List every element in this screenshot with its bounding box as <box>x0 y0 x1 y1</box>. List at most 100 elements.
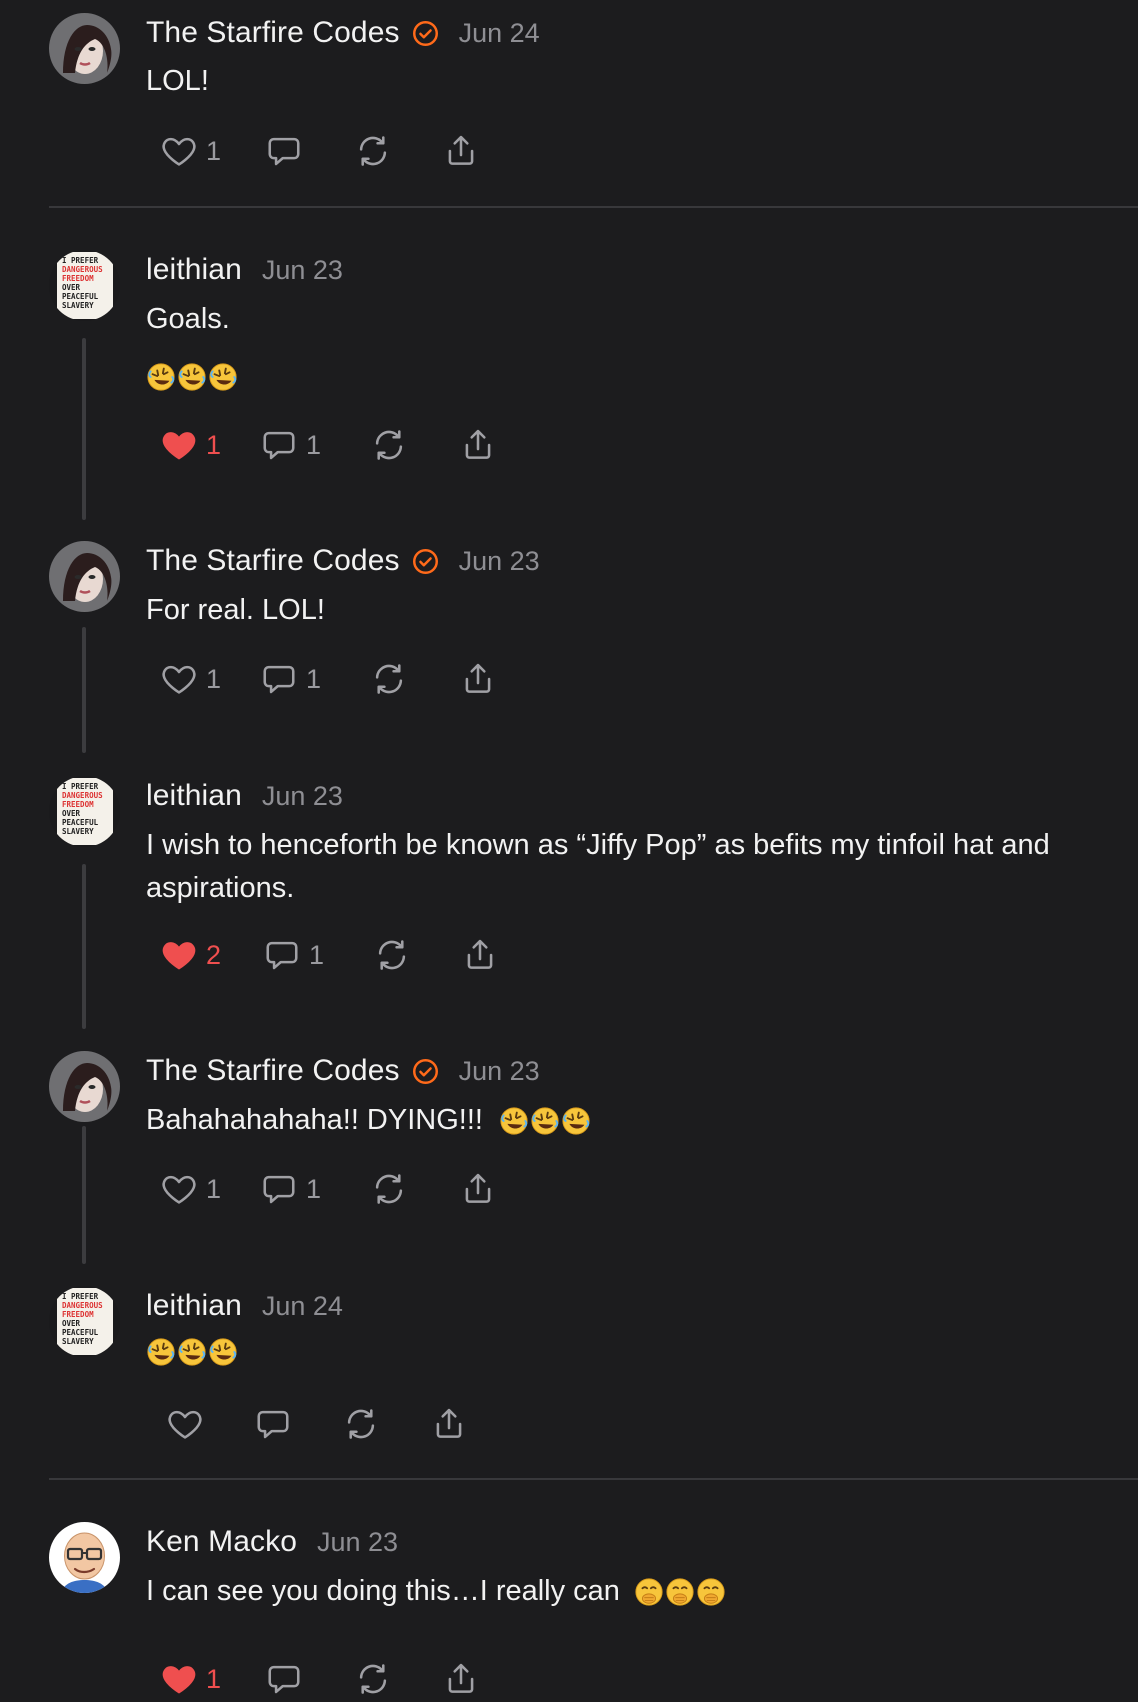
reply-count: 1 <box>306 1173 322 1204</box>
comment-button[interactable]: 1 <box>260 425 321 465</box>
heart-icon <box>166 1405 204 1443</box>
like-button[interactable]: 2 <box>160 935 221 975</box>
share-button[interactable] <box>442 1659 480 1699</box>
post-text: LOL! <box>146 65 209 97</box>
author-name[interactable]: The Starfire Codes <box>146 1054 400 1088</box>
thread-line <box>82 627 86 753</box>
restack-button[interactable] <box>373 935 411 975</box>
like-button[interactable]: 1 <box>160 131 221 171</box>
post-date[interactable]: Jun 23 <box>262 781 343 812</box>
like-count: 1 <box>206 429 222 460</box>
like-button[interactable]: 1 <box>160 1659 221 1699</box>
svg-text:OVER: OVER <box>62 809 81 818</box>
like-count: 2 <box>206 939 222 970</box>
comment-icon <box>260 1170 298 1208</box>
post-header: leithian Jun 23 <box>146 250 343 290</box>
like-count: 1 <box>206 663 222 694</box>
post-text-line: Bahahahahaha!! DYING!!! <box>146 1099 1126 1142</box>
author-avatar[interactable]: I PREFER DANGEROUS FREEDOM OVER PEACEFUL… <box>49 1286 120 1357</box>
like-count: 1 <box>206 1663 222 1694</box>
post-date[interactable]: Jun 23 <box>262 255 343 286</box>
svg-text:PEACEFUL: PEACEFUL <box>62 292 99 301</box>
share-button[interactable] <box>461 935 499 975</box>
author-avatar[interactable]: I PREFER DANGEROUS FREEDOM OVER PEACEFUL… <box>49 250 120 321</box>
post-date[interactable]: Jun 23 <box>459 546 540 577</box>
share-button[interactable] <box>430 1404 468 1444</box>
like-button[interactable] <box>166 1404 212 1444</box>
section-divider <box>49 206 1138 208</box>
svg-text:SLAVERY: SLAVERY <box>62 827 94 836</box>
like-button[interactable]: 1 <box>160 1169 221 1209</box>
like-button[interactable]: 1 <box>160 425 221 465</box>
post-text: I can see you doing this…I really can <box>146 1575 620 1607</box>
author-name[interactable]: Ken Macko <box>146 1525 297 1559</box>
restack-icon <box>354 132 392 170</box>
svg-text:PEACEFUL: PEACEFUL <box>62 818 99 827</box>
section-divider <box>49 1478 1138 1480</box>
restack-button[interactable] <box>370 659 408 699</box>
share-icon <box>430 1405 468 1443</box>
post-date[interactable]: Jun 24 <box>459 18 540 49</box>
svg-text:DANGEROUS: DANGEROUS <box>62 791 103 800</box>
share-button[interactable] <box>442 131 480 171</box>
heart-icon <box>160 1170 198 1208</box>
restack-icon <box>370 660 408 698</box>
restack-icon <box>373 936 411 974</box>
post-date[interactable]: Jun 23 <box>317 1527 398 1558</box>
author-avatar[interactable] <box>49 541 120 612</box>
restack-button[interactable] <box>342 1404 380 1444</box>
share-button[interactable] <box>459 659 497 699</box>
author-avatar[interactable]: I PREFER DANGEROUS FREEDOM OVER PEACEFUL… <box>49 776 120 847</box>
svg-text:I PREFER: I PREFER <box>62 1292 99 1301</box>
author-name[interactable]: leithian <box>146 253 242 287</box>
author-avatar[interactable] <box>49 1522 120 1593</box>
thread-line <box>82 338 86 520</box>
restack-icon <box>370 426 408 464</box>
emoji-line <box>146 355 1126 398</box>
verified-badge-icon <box>412 20 439 47</box>
post-header: leithian Jun 24 <box>146 1286 343 1326</box>
author-name[interactable]: The Starfire Codes <box>146 544 400 578</box>
author-name[interactable]: leithian <box>146 779 242 813</box>
post-text: Goals. <box>146 303 230 335</box>
post-date[interactable]: Jun 24 <box>262 1291 343 1322</box>
comment-button[interactable]: 1 <box>260 1169 321 1209</box>
like-count: 1 <box>206 135 222 166</box>
rolling-on-floor-laughing-icon <box>177 1337 207 1367</box>
svg-text:PEACEFUL: PEACEFUL <box>62 1328 99 1337</box>
comment-button[interactable]: 1 <box>260 659 321 699</box>
svg-text:FREEDOM: FREEDOM <box>62 274 94 283</box>
author-avatar[interactable] <box>49 13 120 84</box>
author-avatar[interactable] <box>49 1051 120 1122</box>
comment-button[interactable] <box>265 131 303 171</box>
avatar-image <box>49 1051 120 1122</box>
restack-button[interactable] <box>354 131 392 171</box>
post-date[interactable]: Jun 23 <box>459 1056 540 1087</box>
face-with-hand-over-mouth-icon <box>634 1577 664 1607</box>
heart-filled-icon <box>160 936 198 974</box>
share-button[interactable] <box>459 1169 497 1209</box>
author-name[interactable]: The Starfire Codes <box>146 16 400 50</box>
post-text: I wish to henceforth be known as “Jiffy … <box>146 829 1050 904</box>
heart-icon <box>160 660 198 698</box>
thread-line <box>82 864 86 1029</box>
share-icon <box>442 1660 480 1698</box>
restack-icon <box>342 1405 380 1443</box>
comment-icon <box>265 132 303 170</box>
share-icon <box>459 660 497 698</box>
comment-button[interactable]: 1 <box>263 935 324 975</box>
comment-button[interactable] <box>254 1404 292 1444</box>
like-button[interactable]: 1 <box>160 659 221 699</box>
restack-button[interactable] <box>370 1169 408 1209</box>
share-icon <box>459 1170 497 1208</box>
rolling-on-floor-laughing-icon <box>177 362 207 392</box>
restack-icon <box>354 1660 392 1698</box>
avatar-image: I PREFER DANGEROUS FREEDOM OVER PEACEFUL… <box>49 250 120 321</box>
heart-filled-icon <box>160 426 198 464</box>
share-button[interactable] <box>459 425 497 465</box>
comment-button[interactable] <box>265 1659 303 1699</box>
comment-icon <box>265 1660 303 1698</box>
restack-button[interactable] <box>370 425 408 465</box>
restack-button[interactable] <box>354 1659 392 1699</box>
author-name[interactable]: leithian <box>146 1289 242 1323</box>
